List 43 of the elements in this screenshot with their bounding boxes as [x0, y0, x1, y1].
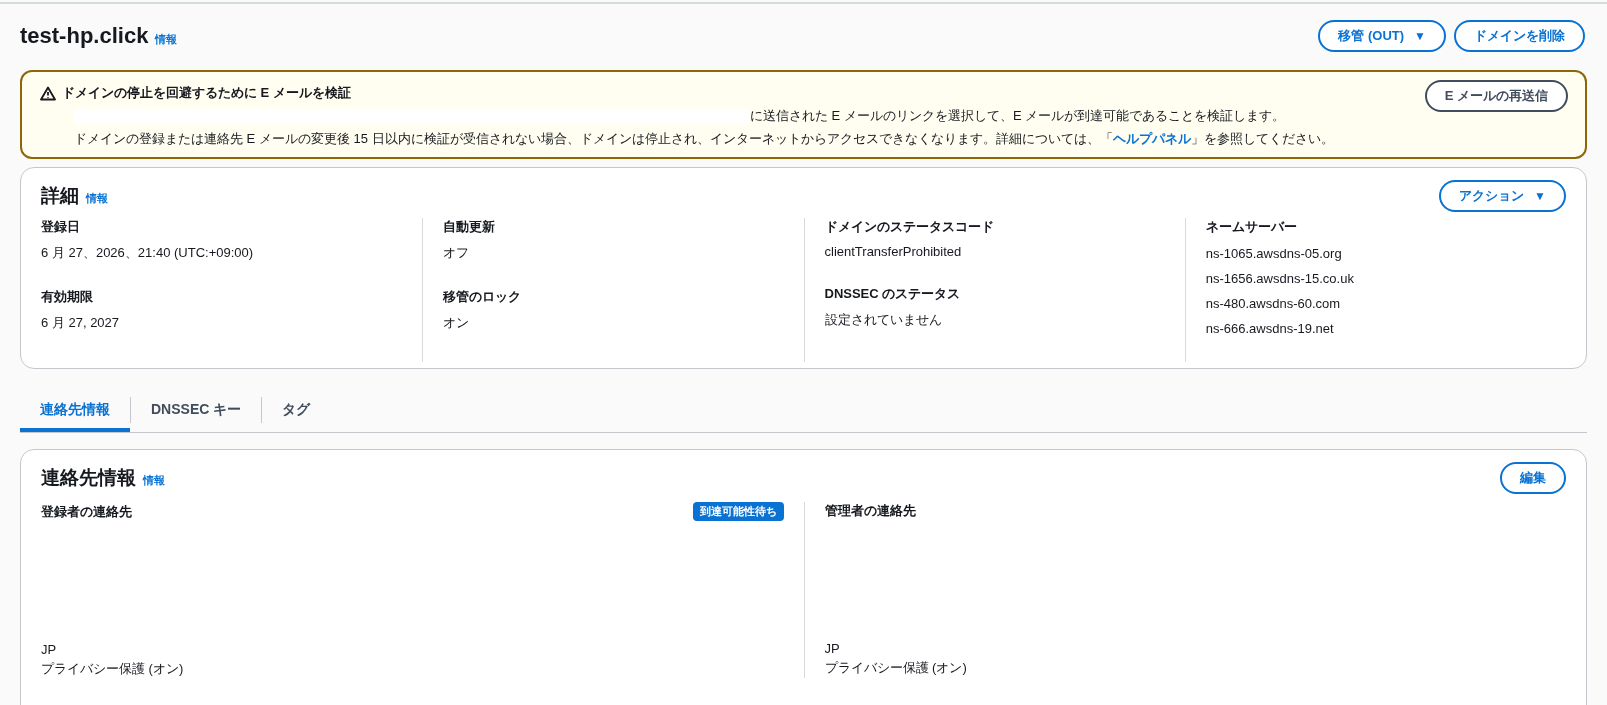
field-value: ns-480.awsdns-60.com — [1205, 296, 1342, 311]
edit-button[interactable]: 編集 — [1500, 462, 1566, 494]
section-title: 連絡先情報 — [41, 466, 136, 490]
contact-detail: JP — [41, 642, 58, 657]
tab[interactable]: 連絡先情報 — [20, 387, 130, 432]
actions-button[interactable]: アクション ▼ — [1439, 180, 1566, 212]
field-value: ns-1656.awsdns-15.co.uk — [1205, 271, 1355, 286]
alert-title: ドメインの停止を回避するために E メールを検証 — [62, 84, 351, 102]
contact-detail: JP — [824, 641, 841, 656]
field-label: ネームサーバー — [1205, 218, 1298, 236]
info-link[interactable]: 情報 — [86, 191, 108, 206]
header-button[interactable]: 移管 (OUT) ▼ — [1318, 20, 1446, 52]
info-link[interactable]: 情報 — [155, 32, 178, 47]
info-link[interactable]: 情報 — [143, 473, 165, 488]
column-heading: 管理者の連絡先 — [824, 502, 916, 520]
alert-text: ドメインの登録または連絡先 E メールの変更後 15 日以内に検証が受信されない場合、ドメインは停止され、インターネットからアクセスできなくなります。詳細については、「ヘルプパネル」を参照してください。 — [73, 130, 1334, 148]
field-label: 有効期限 — [41, 288, 94, 306]
help-panel-link[interactable]: ヘルプパネル — [1112, 130, 1191, 148]
field-value: オフ — [443, 244, 471, 262]
header-button[interactable]: ドメインを削除 — [1454, 20, 1585, 52]
alert-text: に送信された E メールのリンクを選択して、E メールが到達可能であることを検証します。 — [750, 107, 1286, 125]
field-value: 6 月 27, 2027 — [41, 314, 121, 332]
field-label: DNSSEC のステータス — [824, 285, 962, 303]
warning-icon — [40, 85, 56, 101]
field-value: clientTransferProhibited — [824, 244, 963, 259]
field-label: 登録日 — [41, 218, 81, 236]
contact-detail: プライバシー保護 (オン) — [824, 659, 968, 677]
tab[interactable]: タグ — [262, 387, 331, 432]
contact-detail: プライバシー保護 (オン) — [41, 660, 185, 678]
section-title: 詳細 — [41, 184, 79, 208]
page-title: test-hp.click — [20, 23, 149, 49]
field-value: ns-1065.awsdns-05.org — [1205, 246, 1343, 261]
field-label: ドメインのステータスコード — [824, 218, 995, 236]
field-value: 6 月 27、2026、21:40 (UTC:+09:00) — [41, 244, 255, 262]
resend-email-button[interactable]: E メールの再送信 — [1424, 80, 1568, 112]
field-label: 自動更新 — [443, 218, 497, 236]
status-badge: 到達可能性待ち — [692, 502, 784, 521]
field-label: 移管のロック — [443, 288, 523, 306]
field-value: ns-666.awsdns-19.net — [1205, 321, 1335, 336]
column-heading: 登録者の連絡先 — [41, 502, 132, 521]
tab[interactable]: DNSSEC キー — [131, 387, 262, 432]
field-value: 設定されていません — [824, 311, 943, 329]
field-value: オン — [443, 314, 471, 332]
